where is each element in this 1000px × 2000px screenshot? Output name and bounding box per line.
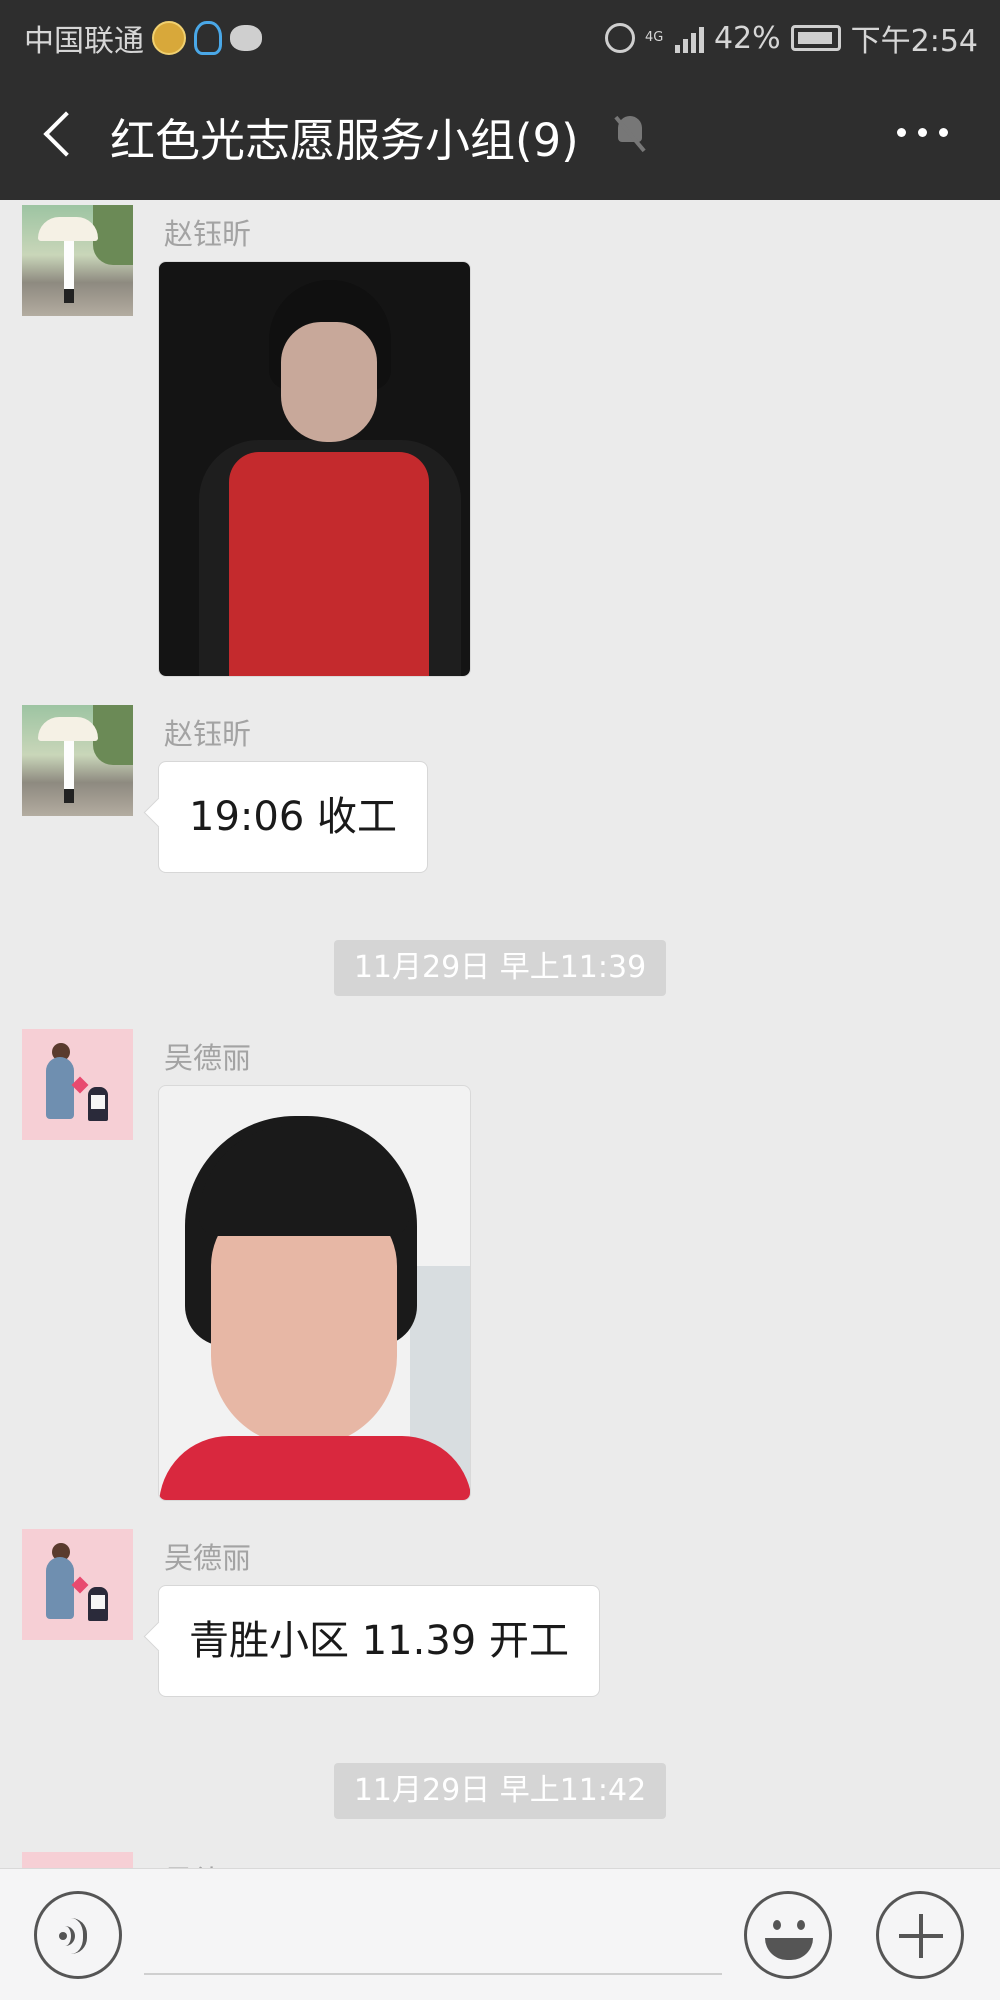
signal-icon: [674, 23, 704, 53]
alarm-icon: [604, 23, 635, 53]
avatar[interactable]: [22, 1529, 133, 1640]
qq-notification-icon: [194, 21, 222, 55]
avatar[interactable]: [22, 1852, 133, 1868]
muted-bell-icon: [612, 114, 648, 153]
timestamp: 11月29日 早上11:39: [334, 940, 666, 996]
sender-name: 赵钰昕: [164, 217, 252, 251]
sender-name: 吴德丽: [164, 1041, 252, 1075]
timestamp: 11月29日 早上11:42: [334, 1763, 666, 1819]
input-bar: [0, 1868, 1000, 2000]
mail-notification-icon: [152, 21, 186, 55]
chat-header: 红色光志愿服务小组(9): [0, 68, 1000, 200]
avatar[interactable]: [22, 205, 133, 316]
sender-name: 赵钰昕: [164, 717, 252, 751]
emoji-icon[interactable]: [744, 1891, 832, 1979]
more-dots-icon[interactable]: [897, 128, 948, 137]
avatar[interactable]: [22, 705, 133, 816]
battery-percent: 42%: [713, 20, 781, 56]
wechat-notification-icon: [230, 25, 262, 51]
carrier-label: 中国联通: [24, 24, 144, 59]
network-type: 4G: [644, 30, 664, 45]
status-bar: 中国联通 4G 42% 下午2:54: [0, 0, 1000, 68]
voice-icon[interactable]: [34, 1891, 122, 1979]
message-input[interactable]: [144, 1973, 722, 1975]
avatar[interactable]: [22, 1029, 133, 1140]
sender-name: 吴德丽: [164, 1858, 251, 1868]
text-bubble[interactable]: 青胜小区 11.39 开工: [158, 1585, 600, 1697]
chevron-left-icon[interactable]: [38, 110, 84, 158]
clock: 下午2:54: [850, 24, 978, 59]
chat-title: 红色光志愿服务小组(9): [110, 114, 579, 167]
battery-icon: [790, 25, 841, 51]
photo-message[interactable]: [158, 1085, 471, 1501]
photo-message[interactable]: [158, 261, 471, 677]
sender-name: 吴德丽: [164, 1541, 252, 1575]
message-list[interactable]: 赵钰昕 赵钰昕 19:06 收工 11月29日 早上11:39 吴德丽 吴德丽 …: [0, 200, 1000, 1868]
plus-icon[interactable]: [876, 1891, 964, 1979]
text-bubble[interactable]: 19:06 收工: [158, 761, 428, 873]
